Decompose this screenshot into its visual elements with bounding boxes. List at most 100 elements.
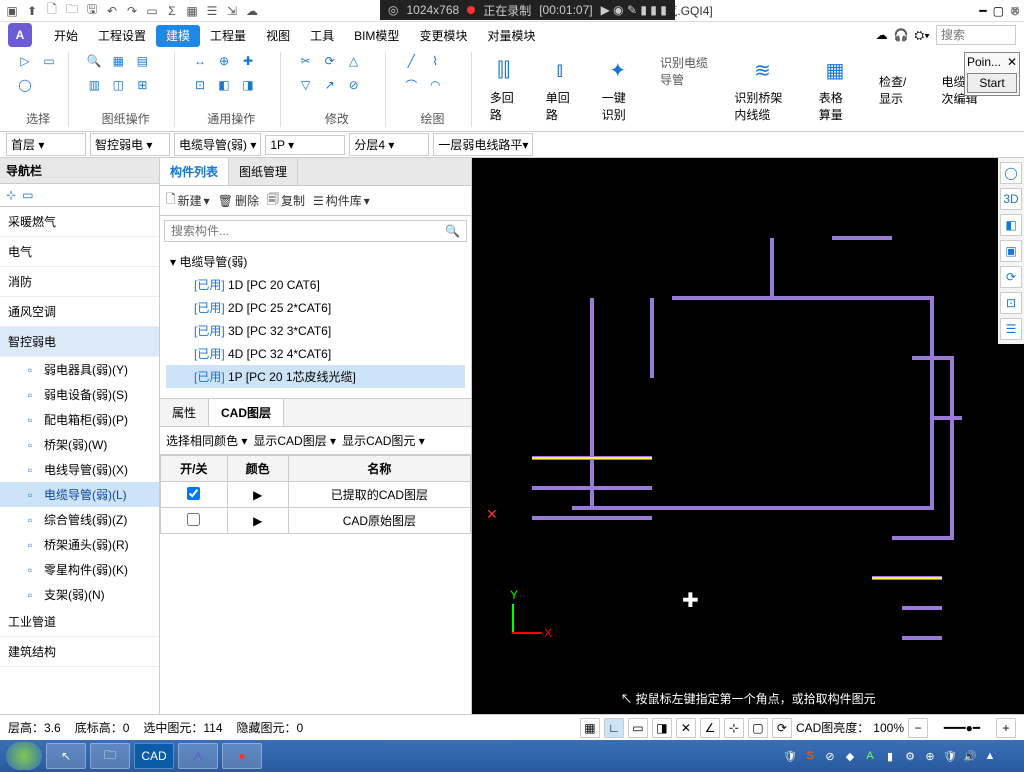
nav-sub[interactable]: ▫弱电设备(弱)(S) — [0, 382, 159, 407]
nav-sub[interactable]: ▫桥架通头(弱)(R) — [0, 532, 159, 557]
task-explorer[interactable]: 🗀 — [90, 743, 130, 769]
rotate-icon[interactable]: ⟳ — [1000, 266, 1022, 288]
auto-detect-button[interactable]: ✦一键识别 — [592, 52, 644, 127]
spec-select[interactable]: 1P ▾ — [265, 135, 345, 155]
layer-select[interactable]: 分层4 ▾ — [349, 133, 429, 156]
maximize-icon[interactable]: ▢ — [993, 4, 1004, 18]
view3d-icon[interactable]: 3D — [1000, 188, 1022, 210]
zoom-in-icon[interactable]: + — [996, 718, 1016, 738]
nav-cat[interactable]: 工业管道 — [0, 607, 159, 637]
ribbon-group-general[interactable]: 通用操作 — [207, 108, 255, 127]
component-search[interactable]: 🔍 — [164, 220, 467, 242]
single-loop-button[interactable]: ⫾单回路 — [536, 52, 584, 127]
ortho-icon[interactable]: ∟ — [604, 718, 624, 738]
qat-folder-icon[interactable]: 🗀 — [64, 3, 80, 19]
menu-建模[interactable]: 建模 — [156, 25, 200, 47]
check-button[interactable]: 检查/显示 — [869, 52, 924, 127]
find-icon[interactable]: 🔍 — [85, 52, 103, 70]
orbit-icon[interactable]: ◯ — [1000, 162, 1022, 184]
ribbon-group-modify[interactable]: 修改 — [325, 108, 349, 127]
qat-save-icon[interactable]: 🖫 — [84, 3, 100, 19]
qat-export-icon[interactable]: ⇲ — [224, 3, 240, 19]
menu-开始[interactable]: 开始 — [44, 25, 88, 47]
qat-table-icon[interactable]: ☰ — [204, 3, 220, 19]
nav-cat[interactable]: 智控弱电 — [0, 327, 159, 357]
component-item[interactable]: [已用] 1P [PC 20 1芯皮线光缆] — [166, 365, 465, 388]
qat-sum-icon[interactable]: Σ — [164, 3, 180, 19]
menu-对量模块[interactable]: 对量模块 — [477, 25, 545, 47]
nav-sub[interactable]: ▫桥架(弱)(W) — [0, 432, 159, 457]
drawing-viewport[interactable]: ✕ ✚ Y X ◯ 3D ◧ ▣ ⟳ ⊡ ☰ ↖ 按鼠标左键指定第一个角点，或拾… — [472, 158, 1024, 714]
select-rect-icon[interactable]: ▭ — [40, 52, 58, 70]
nav-cat[interactable]: 建筑结构 — [0, 637, 159, 667]
pin-icon[interactable]: ⊗ — [1010, 4, 1020, 18]
component-search-input[interactable] — [171, 224, 441, 238]
pointer-float-panel[interactable]: Poin...✕ Start — [964, 52, 1020, 96]
settings-dropdown-icon[interactable]: ⛭▾ — [915, 28, 930, 43]
nav-cat[interactable]: 采暖燃气 — [0, 207, 159, 237]
component-tab[interactable]: 构件列表 — [160, 158, 229, 185]
show-entity-button[interactable]: 显示CAD图元 ▾ — [342, 432, 425, 449]
table-row[interactable]: ▶已提取的CAD图层 — [161, 482, 471, 508]
expand-icon[interactable]: ⊹ — [6, 188, 16, 202]
plus-icon[interactable]: ⊹ — [724, 718, 744, 738]
new-button[interactable]: 🗋 新建 ▾ — [166, 190, 210, 211]
copy-button[interactable]: 🗐 复制 — [267, 190, 305, 211]
nav-sub[interactable]: ▫配电箱柜(弱)(P) — [0, 407, 159, 432]
ribbon-group-select[interactable]: 选择 — [26, 108, 50, 127]
headset-icon[interactable]: 🎧 — [894, 28, 909, 42]
nav-sub[interactable]: ▫支架(弱)(N) — [0, 582, 159, 607]
table-calc-button[interactable]: ▦表格算量 — [809, 52, 861, 127]
nav-sub[interactable]: ▫零星构件(弱)(K) — [0, 557, 159, 582]
nav-cat[interactable]: 消防 — [0, 267, 159, 297]
library-button[interactable]: ☰ 构件库 ▾ — [313, 192, 370, 209]
angle-icon[interactable]: ∠ — [700, 718, 720, 738]
nav-sub[interactable]: ▫综合管线(弱)(Z) — [0, 507, 159, 532]
menu-BIM模型[interactable]: BIM模型 — [344, 25, 409, 47]
nav-sub[interactable]: ▫弱电器具(弱)(Y) — [0, 357, 159, 382]
list-icon[interactable]: ☰ — [1000, 318, 1022, 340]
nav-sub[interactable]: ▫电线导管(弱)(X) — [0, 457, 159, 482]
float-close-icon[interactable]: ✕ — [1007, 55, 1017, 69]
ribbon-group-drawing[interactable]: 图纸操作 — [102, 108, 150, 127]
nav-cat[interactable]: 电气 — [0, 237, 159, 267]
task-app[interactable]: A — [178, 743, 218, 769]
menu-工程量[interactable]: 工程量 — [200, 25, 256, 47]
floor-select[interactable]: 首层 ▾ — [6, 133, 86, 156]
cross-icon[interactable]: ✕ — [676, 718, 696, 738]
component-item[interactable]: [已用] 3D [PC 32 3*CAT6] — [166, 319, 465, 342]
table-row[interactable]: ▶CAD原始图层 — [161, 508, 471, 534]
multi-loop-button[interactable]: ⫿⫿多回路 — [480, 52, 528, 127]
menu-工程设置[interactable]: 工程设置 — [88, 25, 156, 47]
qat-region-icon[interactable]: ▭ — [144, 3, 160, 19]
search-icon[interactable]: 🔍 — [445, 224, 460, 238]
qat-cloud-icon[interactable]: ☁ — [244, 3, 260, 19]
prop-tab[interactable]: 属性 — [160, 399, 209, 426]
pointer-icon[interactable]: ▷ — [16, 52, 34, 70]
snap-icon[interactable]: ▦ — [580, 718, 600, 738]
plan-select[interactable]: 一层弱电线路平▾ — [433, 133, 533, 156]
qat-grid-icon[interactable]: ▦ — [184, 3, 200, 19]
component-item[interactable]: [已用] 2D [PC 25 2*CAT6] — [166, 296, 465, 319]
global-search-input[interactable] — [936, 25, 1016, 45]
component-item[interactable]: [已用] 4D [PC 32 4*CAT6] — [166, 342, 465, 365]
task-cad[interactable]: CAD — [134, 743, 174, 769]
task-record[interactable]: ● — [222, 743, 262, 769]
nav-sub[interactable]: ▫电缆导管(弱)(L) — [0, 482, 159, 507]
start-button[interactable]: Start — [967, 73, 1017, 93]
qat-redo-icon[interactable]: ↷ — [124, 3, 140, 19]
cloud-icon[interactable]: ☁ — [876, 28, 888, 42]
menu-工具[interactable]: 工具 — [300, 25, 344, 47]
bridge-detect-button[interactable]: ≋识别桥架内线缆 — [724, 52, 800, 127]
refresh-icon[interactable]: ⟳ — [772, 718, 792, 738]
minimize-icon[interactable]: ━ — [979, 4, 986, 18]
qat-new-icon[interactable]: 🗋 — [44, 3, 60, 19]
lasso-icon[interactable]: ◯ — [16, 76, 34, 94]
fit-icon[interactable]: ⊡ — [1000, 292, 1022, 314]
qat-open-icon[interactable]: ▣ — [4, 3, 20, 19]
qat-up-icon[interactable]: ⬆ — [24, 3, 40, 19]
rect-icon[interactable]: ▭ — [628, 718, 648, 738]
ribbon-group-draw[interactable]: 绘图 — [420, 108, 444, 127]
start-button-icon[interactable] — [6, 742, 42, 770]
nav-cat[interactable]: 通风空调 — [0, 297, 159, 327]
